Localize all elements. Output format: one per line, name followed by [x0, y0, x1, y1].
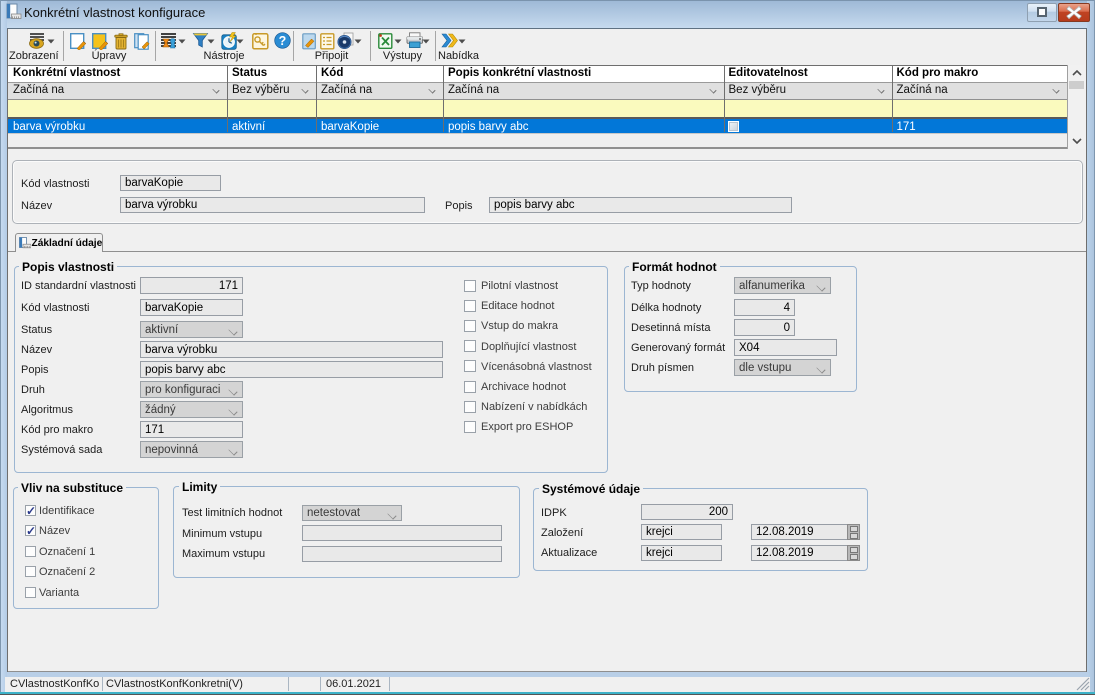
svg-text:?: ?	[278, 34, 286, 48]
